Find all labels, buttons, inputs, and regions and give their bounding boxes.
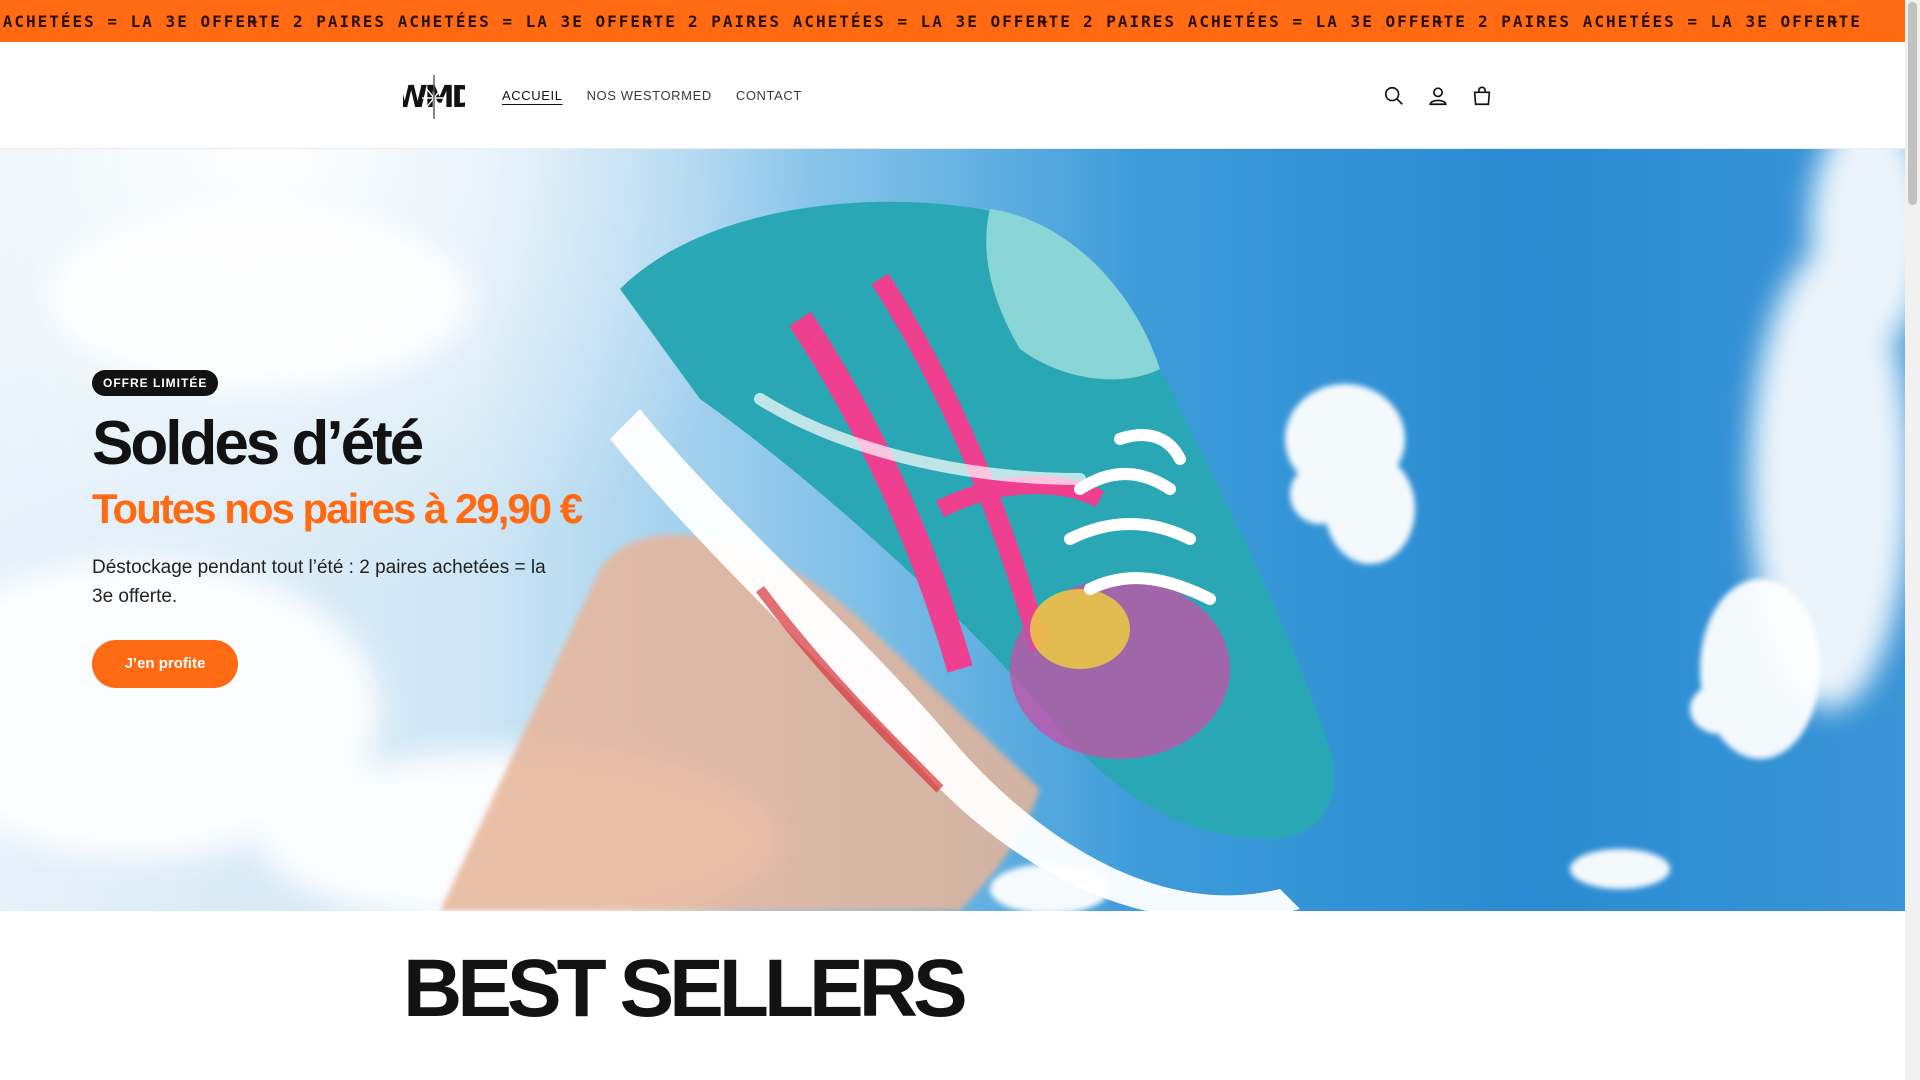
- site-header: WMD ACCUEIL NOS WESTORMED CONTACT: [0, 42, 1905, 149]
- hero-subtitle: Toutes nos paires à 29,90 €: [92, 485, 583, 533]
- star-separator-icon: ✦: [1039, 12, 1052, 30]
- hero-description: Déstockage pendant tout l’été : 2 paires…: [92, 556, 546, 607]
- header-actions: [1380, 42, 1496, 149]
- cta-button[interactable]: J’en profite: [92, 639, 238, 688]
- scrollbar-thumb[interactable]: [1908, 2, 1917, 205]
- announcement-text: 2 PAIRES ACHETÉES = LA 3E OFFERTE: [1478, 11, 1862, 31]
- star-separator-icon: ✦: [1829, 12, 1842, 30]
- star-separator-icon: ✦: [644, 12, 657, 30]
- nav-item-nos-westormed[interactable]: NOS WESTORMED: [587, 88, 712, 103]
- hero-banner: OFFRE LIMITÉE Soldes d’été Toutes nos pa…: [0, 149, 1905, 911]
- account-icon[interactable]: [1424, 82, 1452, 110]
- main-nav: ACCUEIL NOS WESTORMED CONTACT: [502, 42, 802, 149]
- star-separator-icon: ✦: [249, 12, 262, 30]
- hero-title: Soldes d’été: [92, 409, 424, 478]
- offer-badge: OFFRE LIMITÉE: [92, 370, 219, 396]
- star-separator-icon: ✦: [1434, 12, 1447, 30]
- announcement-text: 2 PAIRES ACHETÉES = LA 3E OFFERTE: [293, 11, 677, 31]
- announcement-marquee: 2 PAIRES ACHETÉES = LA 3E OFFERTE ✦ 2 PA…: [0, 0, 1873, 42]
- announcement-bar: 2 PAIRES ACHETÉES = LA 3E OFFERTE ✦ 2 PA…: [0, 0, 1905, 42]
- announcement-text: 2 PAIRES ACHETÉES = LA 3E OFFERTE: [688, 11, 1072, 31]
- announcement-text: 2 PAIRES ACHETÉES = LA 3E OFFERTE: [0, 11, 282, 31]
- search-icon[interactable]: [1380, 82, 1408, 110]
- cart-icon[interactable]: [1468, 82, 1496, 110]
- wmd-logo[interactable]: WMD: [403, 71, 465, 121]
- hero-content: OFFRE LIMITÉE Soldes d’été Toutes nos pa…: [92, 370, 652, 688]
- best-sellers-title: BEST SELLERS: [403, 943, 968, 1034]
- nav-item-accueil[interactable]: ACCUEIL: [502, 88, 563, 103]
- scrollbar[interactable]: [1905, 0, 1920, 1080]
- nav-item-contact[interactable]: CONTACT: [736, 88, 802, 103]
- announcement-text: 2 PAIRES ACHETÉES = LA 3E OFFERTE: [1083, 11, 1467, 31]
